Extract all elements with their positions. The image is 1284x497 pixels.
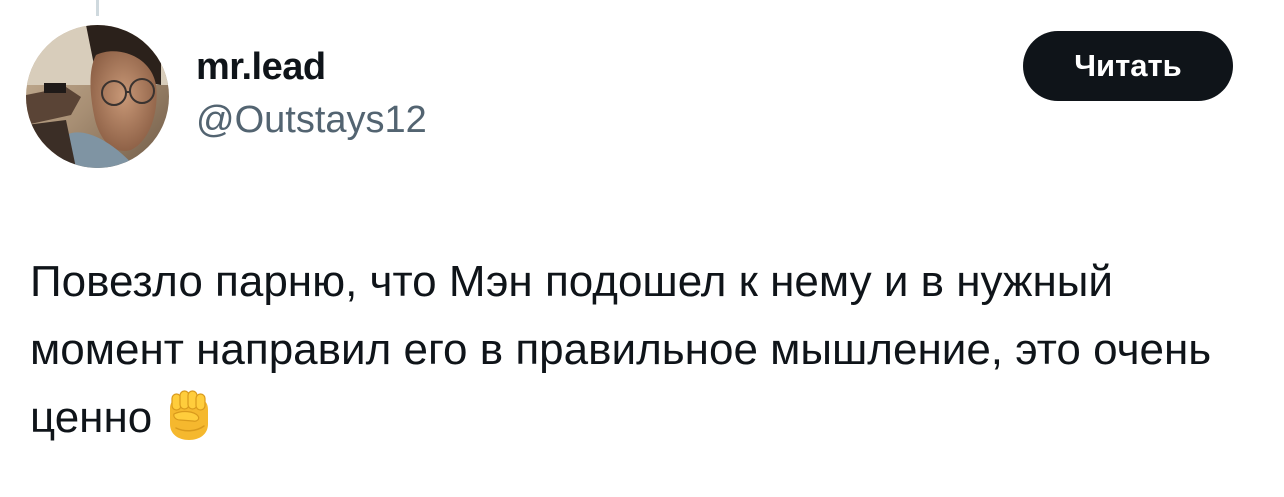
avatar-photo [26,25,169,168]
raised-fist-icon [170,390,209,440]
thread-connector-line [96,0,99,16]
author-handle[interactable]: @Outstays12 [196,95,427,145]
author-display-name[interactable]: mr.lead [196,42,427,92]
avatar[interactable] [26,25,169,168]
author-info: mr.lead @Outstays12 [196,42,427,145]
follow-button[interactable]: Читать [1023,31,1233,101]
tweet-body: Повезло парню, что Мэн подошел к нему и … [30,248,1260,452]
